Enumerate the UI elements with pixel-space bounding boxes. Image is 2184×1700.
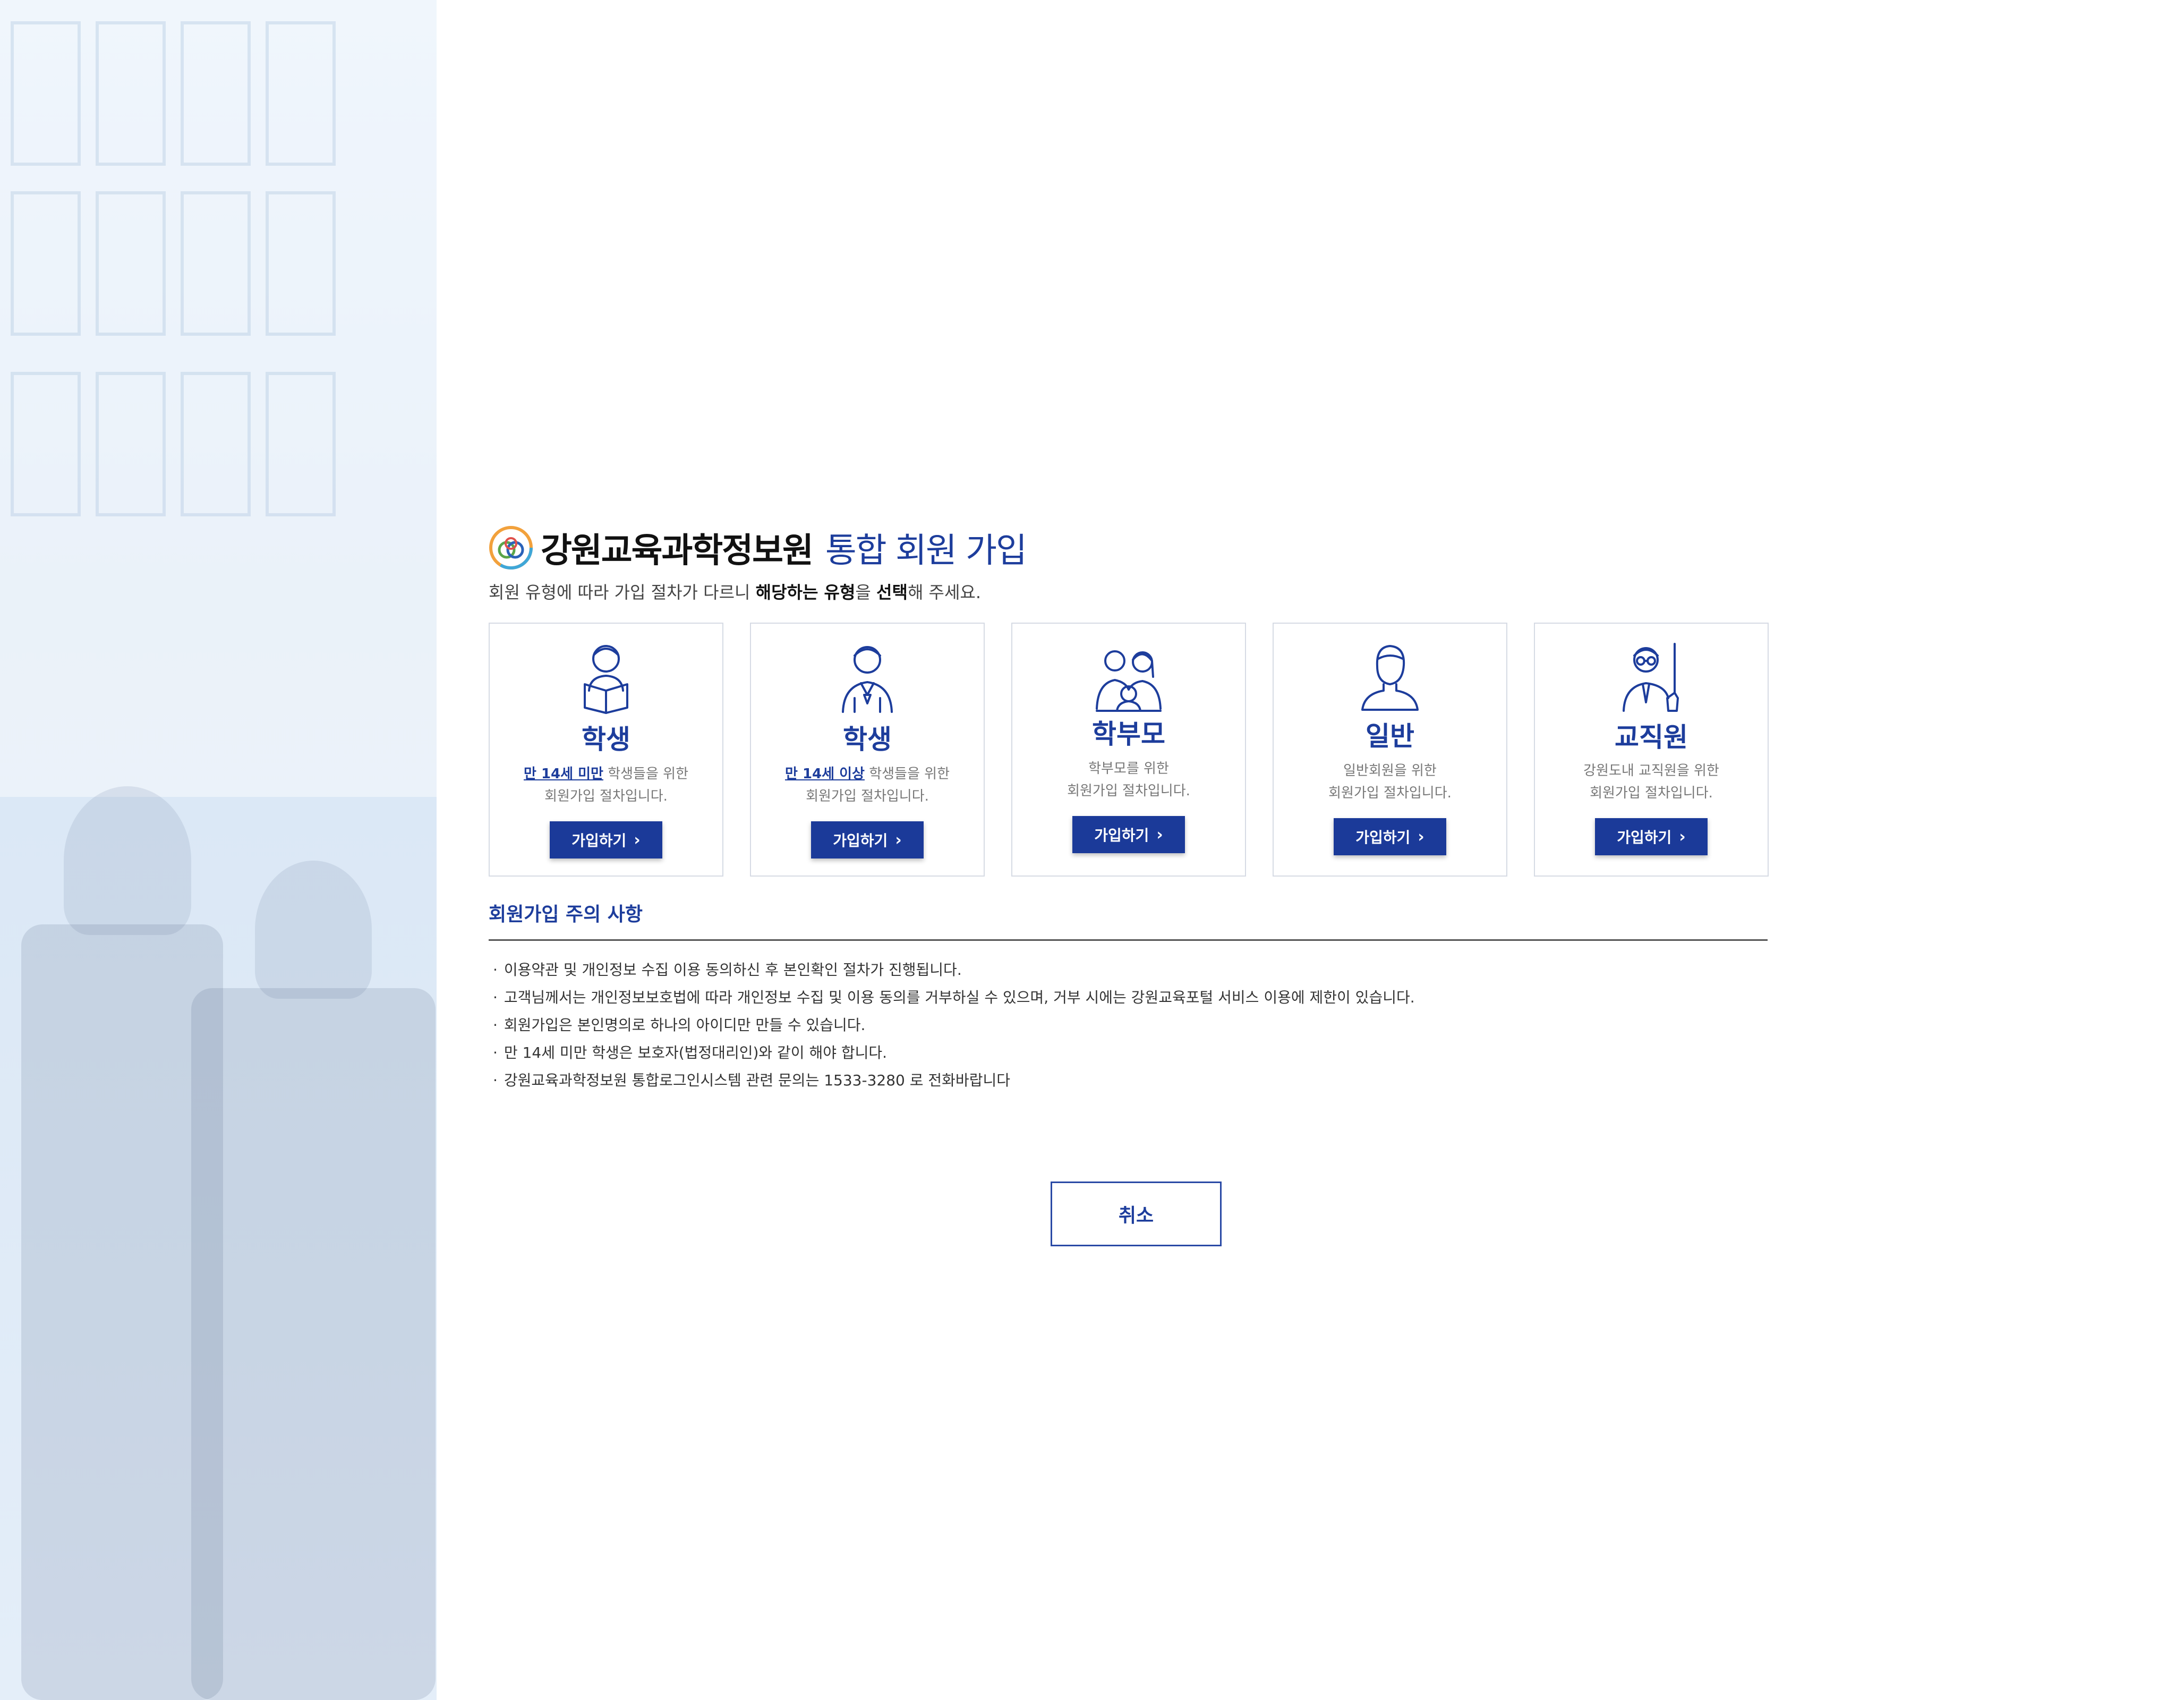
- card-description: 만 14세 이상 학생들을 위한 회원가입 절차입니다.: [751, 763, 984, 808]
- member-type-cards: 학생 만 14세 미만 학생들을 위한 회원가입 절차입니다. 가입하기 › 학생…: [489, 623, 1769, 879]
- chevron-right-icon: ›: [1418, 827, 1424, 846]
- card-student-over14: 학생 만 14세 이상 학생들을 위한 회원가입 절차입니다. 가입하기 ›: [750, 623, 985, 877]
- page-title: 강원교육과학정보원 통합 회원 가입: [489, 518, 1027, 577]
- chevron-right-icon: ›: [895, 830, 902, 849]
- card-label: 학부모: [1092, 719, 1165, 750]
- join-button-label: 가입하기: [1094, 827, 1149, 844]
- join-button[interactable]: 가입하기 ›: [1072, 816, 1185, 853]
- card-parent: 학부모 학부모를 위한 회원가입 절차입니다. 가입하기 ›: [1011, 623, 1246, 877]
- desc-line: 학부모를 위한: [1088, 761, 1169, 777]
- desc-line: 일반회원을 위한: [1343, 763, 1437, 779]
- subtitle-text: 회원 유형에 따라 가입 절차가 다르니: [489, 582, 756, 602]
- notice-item: 이용약관 및 개인정보 수집 이용 동의하신 후 본인확인 절차가 진행됩니다.: [493, 956, 1415, 984]
- chevron-right-icon: ›: [1156, 825, 1163, 844]
- notice-item: 회원가입은 본인명의로 하나의 아이디만 만들 수 있습니다.: [493, 1012, 1415, 1039]
- age-emphasis: 만 14세 이상: [784, 766, 865, 782]
- join-button[interactable]: 가입하기 ›: [811, 821, 924, 858]
- join-button-label: 가입하기: [1355, 829, 1411, 846]
- desc-line: 강원도내 교직원을 위한: [1583, 763, 1719, 779]
- notice-divider: [489, 939, 1768, 941]
- chevron-right-icon: ›: [634, 830, 641, 849]
- card-staff: 교직원 강원도내 교직원을 위한 회원가입 절차입니다. 가입하기 ›: [1534, 623, 1769, 877]
- institute-logo-icon: [489, 526, 533, 570]
- card-general: 일반 일반회원을 위한 회원가입 절차입니다. 가입하기 ›: [1273, 623, 1507, 877]
- background-photo-panel: [0, 0, 437, 1700]
- card-description: 학부모를 위한 회원가입 절차입니다.: [1012, 758, 1245, 802]
- desc-line: 회원가입 절차입니다.: [806, 788, 929, 804]
- subtitle-emphasis: 선택: [876, 582, 908, 602]
- notice-list: 이용약관 및 개인정보 수집 이용 동의하신 후 본인확인 절차가 진행됩니다.…: [493, 956, 1415, 1094]
- person-icon: [1361, 645, 1419, 711]
- parents-icon: [1096, 650, 1162, 712]
- subtitle-emphasis: 해당하는 유형: [755, 582, 856, 602]
- notice-item: 고객님께서는 개인정보보호법에 따라 개인정보 수집 및 이용 동의를 거부하실…: [493, 984, 1415, 1012]
- join-button-label: 가입하기: [1617, 829, 1672, 846]
- student-uniform-icon: [842, 646, 893, 713]
- join-button-label: 가입하기: [571, 832, 627, 849]
- desc-line: 회원가입 절차입니다.: [1590, 785, 1713, 801]
- notice-title: 회원가입 주의 사항: [489, 904, 643, 925]
- card-description: 만 14세 미만 학생들을 위한 회원가입 절차입니다.: [490, 763, 722, 808]
- desc-line: 회원가입 절차입니다.: [1328, 785, 1452, 801]
- notice-item: 만 14세 미만 학생은 보호자(법정대리인)와 같이 해야 합니다.: [493, 1039, 1415, 1067]
- desc-line: 학생들을 위한: [603, 766, 689, 782]
- join-button-label: 가입하기: [833, 832, 888, 849]
- join-button[interactable]: 가입하기 ›: [1334, 818, 1446, 855]
- chevron-right-icon: ›: [1679, 827, 1686, 846]
- card-student-under14: 학생 만 14세 미만 학생들을 위한 회원가입 절차입니다. 가입하기 ›: [489, 623, 723, 877]
- notice-item: 강원교육과학정보원 통합로그인시스템 관련 문의는 1533-3280 로 전화…: [493, 1067, 1415, 1094]
- desc-line: 회원가입 절차입니다.: [544, 788, 668, 804]
- subtitle-text: 해 주세요.: [907, 582, 982, 602]
- cancel-button[interactable]: 취소: [1051, 1182, 1222, 1246]
- title-suffix: 통합 회원 가입: [825, 531, 1027, 571]
- org-name: 강원교육과학정보원: [541, 531, 814, 571]
- desc-line: 회원가입 절차입니다.: [1067, 783, 1190, 799]
- subtitle-text: 을: [855, 582, 877, 602]
- card-label: 학생: [582, 724, 630, 755]
- page-subtitle: 회원 유형에 따라 가입 절차가 다르니 해당하는 유형을 선택해 주세요.: [489, 579, 981, 604]
- join-button[interactable]: 가입하기 ›: [1595, 818, 1708, 855]
- age-emphasis: 만 14세 미만: [523, 766, 603, 782]
- teacher-icon: [1623, 643, 1679, 712]
- card-label: 일반: [1366, 721, 1414, 752]
- join-button[interactable]: 가입하기 ›: [550, 821, 662, 858]
- student-reading-icon: [584, 645, 628, 714]
- card-label: 학생: [843, 724, 892, 755]
- card-label: 교직원: [1615, 722, 1688, 753]
- card-description: 강원도내 교직원을 위한 회원가입 절차입니다.: [1535, 760, 1768, 804]
- desc-line: 학생들을 위한: [864, 766, 950, 782]
- card-description: 일반회원을 위한 회원가입 절차입니다.: [1274, 760, 1506, 804]
